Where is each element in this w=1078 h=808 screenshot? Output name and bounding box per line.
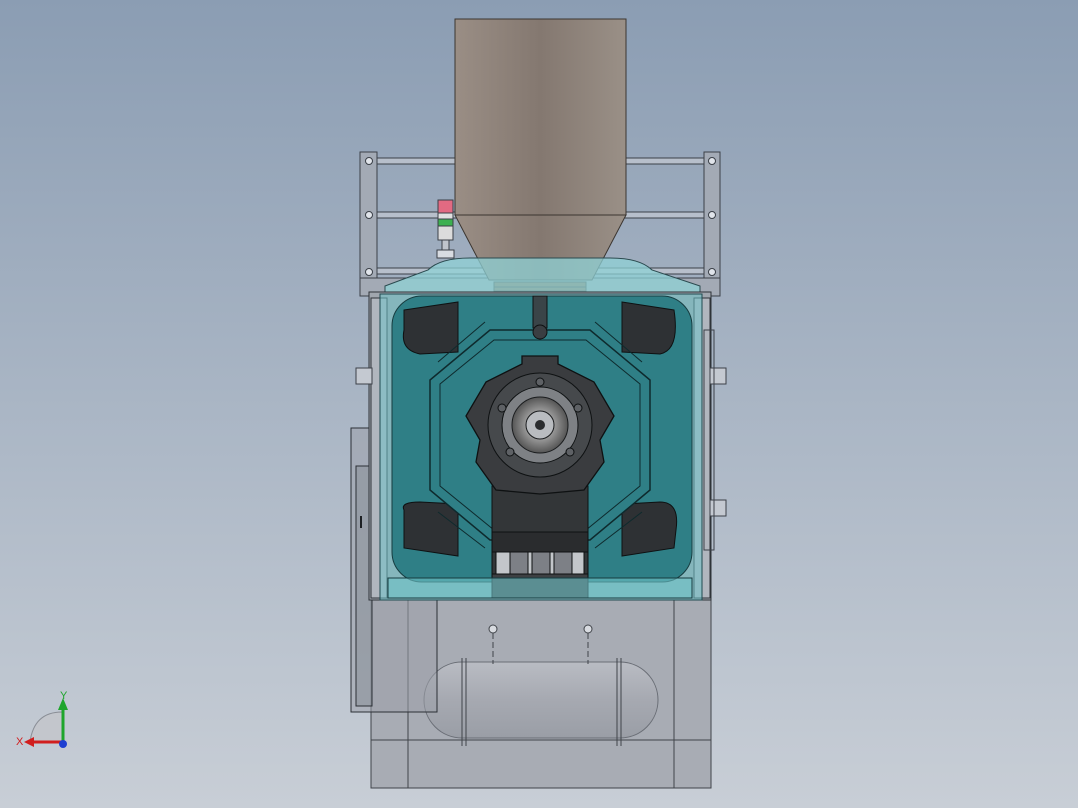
air-tank [423,661,659,739]
lower-teal-strip [387,577,693,599]
feed-hopper [454,18,627,297]
cad-3d-viewport[interactable]: Y X [0,0,1078,808]
axis-x-label: X [16,736,24,748]
axis-y-label: Y [60,690,68,702]
